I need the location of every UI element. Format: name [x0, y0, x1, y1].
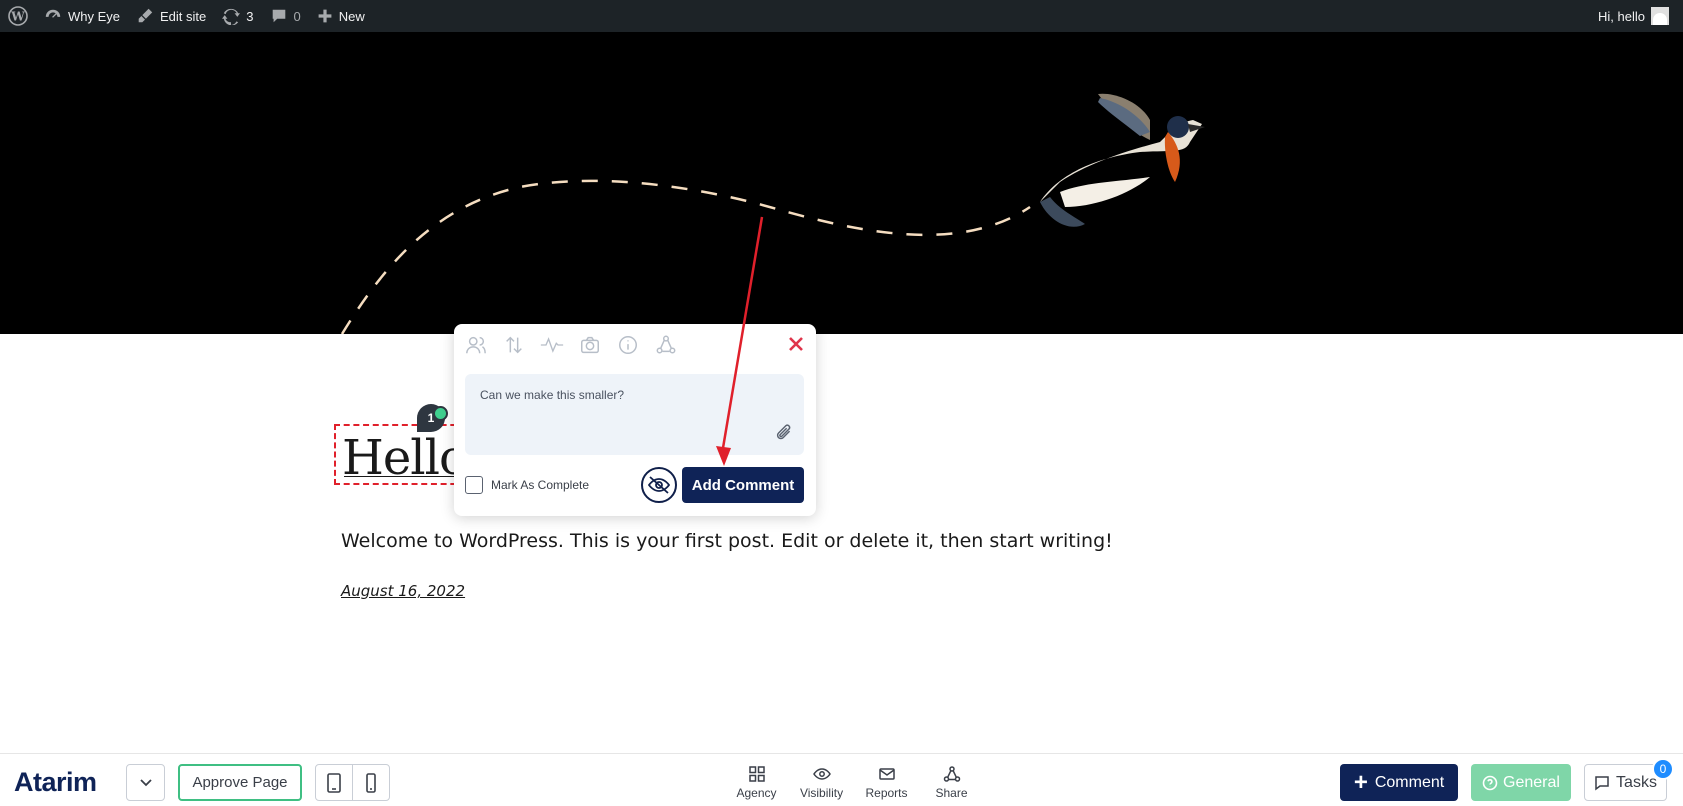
menu-dropdown-button[interactable]	[126, 764, 165, 801]
mark-complete-control[interactable]: Mark As Complete	[465, 476, 589, 494]
wordpress-logo-icon[interactable]: W	[0, 0, 36, 32]
user-greeting: Hi, hello	[1598, 8, 1645, 24]
mail-icon	[878, 768, 895, 780]
comments-count: 0	[293, 8, 301, 24]
grid-icon	[748, 766, 765, 782]
comment-bubble-icon	[272, 9, 285, 23]
brush-icon	[138, 8, 153, 23]
pin-number: 1	[427, 411, 435, 425]
tablet-icon	[327, 772, 341, 793]
plus-icon	[318, 9, 332, 23]
plus-icon: +	[1353, 768, 1368, 796]
share-icon[interactable]	[654, 333, 678, 357]
people-icon[interactable]	[464, 333, 488, 357]
nav-visibility[interactable]: Visibility	[789, 765, 854, 800]
nav-agency-label: Agency	[736, 786, 777, 800]
edit-site-label: Edit site	[160, 8, 207, 24]
approve-page-button[interactable]: Approve Page	[178, 764, 302, 801]
tasks-count-badge: 0	[1652, 758, 1674, 780]
popup-toolbar	[464, 333, 678, 357]
logo-text: Atarim	[14, 767, 97, 797]
info-icon[interactable]	[616, 333, 640, 357]
nav-agency[interactable]: Agency	[724, 765, 789, 800]
sort-icon[interactable]	[502, 333, 526, 357]
user-account-menu[interactable]: Hi, hello	[1590, 0, 1683, 32]
nav-reports[interactable]: Reports	[854, 765, 919, 800]
chevron-down-icon	[139, 778, 152, 786]
toolbar-nav: Agency Visibility Reports Share	[724, 765, 984, 800]
atarim-logo: Atarim	[14, 767, 97, 798]
mark-complete-label: Mark As Complete	[491, 478, 590, 492]
close-icon	[789, 337, 803, 351]
post-body-text: Welcome to WordPress. This is your first…	[341, 530, 1113, 552]
dashboard-icon	[45, 9, 61, 18]
eye-off-icon	[647, 476, 671, 494]
comment-pin-marker[interactable]: 1	[417, 404, 448, 432]
atarim-toolbar: Atarim Approve Page Agency Visibility Re…	[0, 753, 1683, 806]
nav-share-label: Share	[935, 786, 968, 800]
nav-reports-label: Reports	[865, 786, 908, 800]
general-button[interactable]: General	[1471, 764, 1571, 801]
responsive-view-toggle	[315, 764, 390, 801]
tasks-button-label: Tasks	[1616, 773, 1657, 791]
eye-icon	[812, 768, 831, 780]
message-square-icon	[1595, 775, 1609, 790]
new-label: New	[338, 8, 365, 24]
mobile-view-button[interactable]	[352, 765, 389, 800]
comment-text: Can we make this smaller?	[480, 388, 625, 402]
share-icon	[943, 766, 960, 782]
site-name: Why Eye	[68, 8, 121, 24]
help-circle-icon	[1482, 775, 1498, 790]
comment-textarea[interactable]: Can we make this smaller?	[465, 374, 804, 455]
add-comment-mode-button[interactable]: + Comment	[1340, 764, 1458, 801]
attachment-icon[interactable]	[775, 422, 795, 447]
flight-path-illustration	[340, 93, 1205, 334]
update-icon	[222, 8, 241, 25]
hero-image	[0, 32, 1683, 334]
post-date-link[interactable]: August 16, 2022	[341, 582, 465, 600]
activity-icon[interactable]	[540, 333, 564, 357]
avatar	[1651, 7, 1669, 25]
close-popup-button[interactable]	[786, 334, 806, 354]
admin-bar: W Why Eye Edit site 3 0 New Hi, hello	[0, 0, 1683, 32]
new-content-link[interactable]: New	[309, 0, 373, 32]
nav-share[interactable]: Share	[919, 765, 984, 800]
bird-illustration	[1040, 93, 1205, 227]
edit-site-link[interactable]: Edit site	[128, 0, 214, 32]
general-button-label: General	[1503, 773, 1560, 791]
add-comment-button[interactable]: Add Comment	[682, 467, 804, 503]
updates-count: 3	[246, 8, 254, 24]
title-underline	[344, 476, 464, 477]
updates-link[interactable]: 3	[214, 0, 261, 32]
post-title-highlight[interactable]: Hello	[334, 424, 466, 485]
site-name-link[interactable]: Why Eye	[36, 0, 128, 32]
mobile-icon	[366, 772, 376, 793]
tablet-view-button[interactable]	[316, 765, 352, 800]
nav-visibility-label: Visibility	[799, 786, 844, 800]
comment-button-label: Comment	[1374, 773, 1445, 791]
svg-text:W: W	[10, 10, 25, 24]
camera-icon[interactable]	[578, 333, 602, 357]
mark-complete-checkbox[interactable]	[465, 476, 483, 494]
comment-popup: Can we make this smaller? Mark As Comple…	[454, 324, 816, 516]
internal-visibility-toggle[interactable]	[641, 467, 677, 503]
comments-link[interactable]: 0	[262, 0, 309, 32]
